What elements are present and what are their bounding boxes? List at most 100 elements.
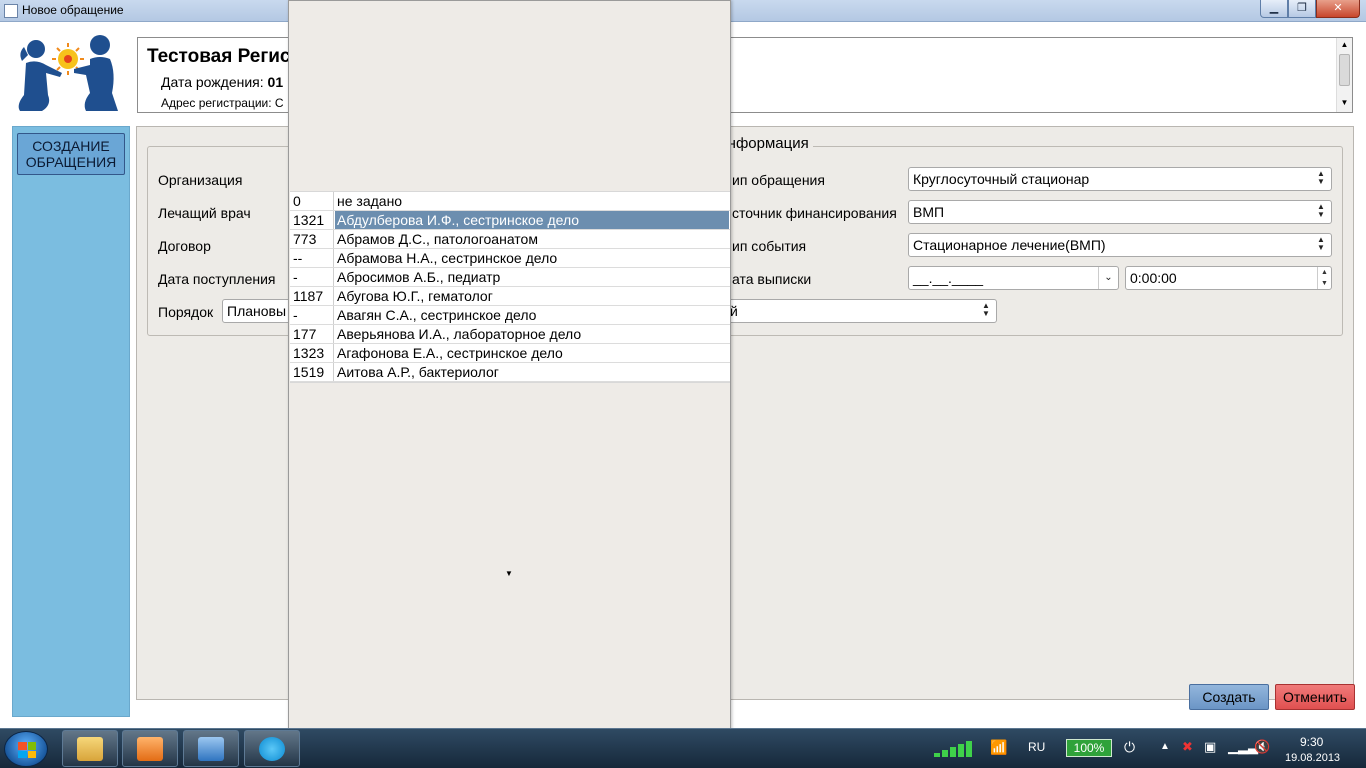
discharge-time-input[interactable]: 0:00:00 ▲ ▼ [1125, 266, 1332, 290]
scroll-down-icon[interactable]: ▼ [1340, 98, 1349, 107]
funding-source-value: ВМП [913, 204, 945, 220]
scroll-up-icon[interactable]: ▲ [1340, 40, 1349, 49]
file-explorer-icon [77, 737, 103, 761]
maximize-button[interactable]: ❐ [1288, 0, 1316, 18]
doctor-list: 0 не задано 1321 Абдулберова И.Ф., сестр… [290, 191, 730, 383]
list-item[interactable]: -- Абрамова Н.А., сестринское дело [290, 249, 730, 268]
scroll-thumb[interactable] [1339, 54, 1350, 86]
patient-scrollbar[interactable]: ▲ ▼ [1336, 38, 1352, 112]
children-logo-icon [18, 35, 118, 111]
signal-strength-icon[interactable] [932, 739, 978, 759]
network-error-icon[interactable]: ✖ [1182, 739, 1193, 755]
power-plug-icon[interactable]: ⏻ [1124, 739, 1135, 756]
cancel-button[interactable]: Отменить [1275, 684, 1355, 710]
doctor-code: -- [290, 249, 334, 267]
list-item[interactable]: 1519 Аитова А.Р., бактериолог [290, 363, 730, 382]
doctor-name: Абрамов Д.С., патологоанатом [337, 231, 538, 247]
doctor-name: Аверьянова И.А., лабораторное дело [337, 326, 582, 342]
left-sidebar: СОЗДАНИЕ ОБРАЩЕНИЯ [12, 126, 130, 717]
app-icon [4, 4, 18, 18]
lync-icon [198, 737, 224, 761]
create-appeal-nav-button[interactable]: СОЗДАНИЕ ОБРАЩЕНИЯ [17, 133, 125, 175]
doctor-dropdown-popup: 0 не задано 1321 Абдулберова И.Ф., сестр… [288, 0, 731, 768]
updown-arrows-icon: ▲ ▼ [1317, 169, 1325, 186]
start-button[interactable] [4, 731, 48, 767]
doctor-name: Аитова А.Р., бактериолог [337, 364, 499, 380]
appeal-type-label: ип обращения [732, 172, 825, 188]
order-value: Плановы [227, 303, 287, 319]
skype-icon [259, 737, 285, 761]
doctor-code: 1187 [290, 287, 334, 305]
organization-label: Организация [158, 172, 243, 188]
updown-arrows-icon: ▲ ▼ [982, 301, 990, 318]
discharge-date-input[interactable]: __.__.____ ⌄ [908, 266, 1119, 290]
language-indicator[interactable]: RU [1028, 740, 1045, 754]
doctor-name: не задано [337, 193, 403, 209]
list-item[interactable]: 773 Абрамов Д.С., патологоанатом [290, 230, 730, 249]
window-controls: ▁ ❐ ✕ [1260, 0, 1360, 18]
doctor-name: Абдулберова И.Ф., сестринское дело [335, 211, 729, 229]
clock-time[interactable]: 9:30 [1300, 735, 1323, 749]
list-item[interactable]: 0 не задано [290, 192, 730, 211]
list-item-selected[interactable]: 1321 Абдулберова И.Ф., сестринское дело [290, 211, 730, 230]
volume-muted-icon[interactable]: 🔇 [1254, 739, 1270, 755]
updown-arrows-icon: ▲ ▼ [1317, 235, 1325, 252]
wireless-icon[interactable]: 📶 [990, 739, 1007, 756]
taskbar-explorer[interactable] [62, 730, 118, 767]
chevron-down-icon[interactable]: ⌄ [1098, 267, 1118, 289]
list-item[interactable]: - Абросимов А.Б., педиатр [290, 268, 730, 287]
dob-value: 01 [267, 74, 284, 90]
scroll-down-arrow-icon[interactable]: ▼ [505, 569, 513, 578]
list-item[interactable]: 1187 Абугова Ю.Г., гематолог [290, 287, 730, 306]
create-button[interactable]: Создать [1189, 684, 1269, 710]
discharge-date-value: __.__.____ [913, 270, 984, 286]
contract-label: Договор [158, 238, 211, 254]
doctor-name: Абрамова Н.А., сестринское дело [337, 250, 558, 266]
appeal-type-combo[interactable]: Круглосуточный стационар ▲ ▼ [908, 167, 1332, 191]
taskbar-lync[interactable] [183, 730, 239, 767]
order-label: Порядок [158, 304, 214, 320]
patient-name: Тестовая Регис [147, 46, 291, 67]
extra-combo[interactable]: й ▲ ▼ [725, 299, 997, 323]
taskbar-skype[interactable] [244, 730, 300, 767]
appeal-type-value: Круглосуточный стационар [913, 171, 1090, 187]
order-combo[interactable]: Плановы [222, 299, 294, 323]
window-title: Новое обращение [22, 3, 124, 17]
device-icon[interactable]: ▣ [1204, 739, 1216, 755]
doctor-code: 1519 [290, 363, 334, 381]
doctor-code: 1323 [290, 344, 334, 362]
event-type-combo[interactable]: Стационарное лечение(ВМП) ▲ ▼ [908, 233, 1332, 257]
clock-date[interactable]: 19.08.2013 [1285, 752, 1340, 764]
doctor-code: 177 [290, 325, 334, 343]
list-item[interactable]: 177 Аверьянова И.А., лабораторное дело [290, 325, 730, 344]
taskbar-outlook[interactable] [122, 730, 178, 767]
doctor-name: Абросимов А.Б., педиатр [337, 269, 501, 285]
funding-source-combo[interactable]: ВМП ▲ ▼ [908, 200, 1332, 224]
doctor-code: 1321 [290, 211, 334, 229]
updown-arrows-icon: ▲ ▼ [1317, 202, 1325, 219]
close-button[interactable]: ✕ [1316, 0, 1360, 18]
battery-indicator[interactable]: 100% [1066, 739, 1112, 757]
doctor-name: Агафонова Е.А., сестринское дело [337, 345, 563, 361]
patient-dob: Дата рождения: 01 [161, 74, 283, 90]
time-spinner[interactable]: ▲ ▼ [1317, 267, 1331, 289]
doctor-code: - [290, 306, 334, 324]
spin-up-icon[interactable]: ▲ [1318, 267, 1331, 278]
patient-address: Адрес регистрации: С [161, 96, 284, 110]
doctor-name: Абугова Ю.Г., гематолог [337, 288, 493, 304]
taskbar: 📶 RU 100% ⏻ ▲ ✖ ▣ ▁▂▃ 🔇 9:30 19.08.2013 [0, 728, 1366, 768]
spin-down-icon[interactable]: ▼ [1318, 278, 1331, 289]
dob-label: Дата рождения: [161, 74, 264, 90]
extra-combo-value: й [730, 303, 738, 319]
doctor-code: 0 [290, 192, 334, 210]
doctor-name: Авагян С.А., сестринское дело [337, 307, 537, 323]
show-hidden-icons-icon[interactable]: ▲ [1160, 741, 1170, 752]
list-item[interactable]: 1323 Агафонова Е.А., сестринское дело [290, 344, 730, 363]
event-type-label: ип события [732, 238, 807, 254]
funding-source-label: сточник финансирования [732, 205, 897, 221]
windows-logo-icon [18, 742, 36, 758]
minimize-button[interactable]: ▁ [1260, 0, 1288, 18]
discharge-time-value: 0:00:00 [1130, 270, 1177, 286]
admission-date-label: Дата поступления [158, 271, 276, 287]
list-item[interactable]: - Авагян С.А., сестринское дело [290, 306, 730, 325]
